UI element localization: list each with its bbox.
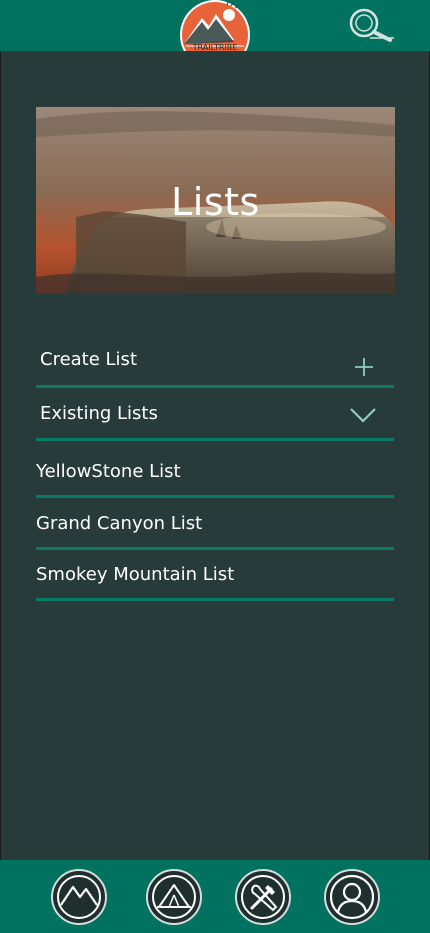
list-item[interactable]: Smokey Mountain List [36, 552, 394, 601]
search-icon [349, 8, 394, 42]
trailtribe-logo[interactable]: TRAILTRIBE [178, 0, 252, 51]
page-title: Lists [171, 179, 260, 224]
list-item[interactable]: YellowStone List [36, 449, 394, 498]
mountains-icon [57, 875, 101, 919]
logo-lettering: TRAILTRIBE [192, 43, 238, 51]
tent-icon [152, 875, 196, 919]
list-item[interactable]: Grand Canyon List [36, 501, 394, 550]
profile-icon [329, 874, 375, 920]
app-header: TRAILTRIBE [0, 0, 430, 51]
existing-lists-label: Existing Lists [40, 403, 158, 424]
nav-profile-button[interactable] [324, 869, 380, 925]
list-item-label: Grand Canyon List [36, 513, 203, 534]
chevron-down-icon[interactable] [350, 407, 376, 423]
list-item-label: YellowStone List [36, 461, 181, 482]
bottom-nav [0, 860, 430, 933]
search-button[interactable] [346, 4, 398, 46]
create-list-row[interactable]: Create List [36, 339, 394, 388]
nav-explore-button[interactable] [51, 869, 107, 925]
tools-icon [241, 875, 285, 919]
existing-lists-row[interactable]: Existing Lists [36, 392, 394, 441]
hero-banner: Lists [36, 107, 395, 294]
list-item-label: Smokey Mountain List [36, 564, 235, 585]
create-list-label: Create List [40, 349, 137, 370]
plus-icon[interactable] [354, 357, 374, 377]
nav-camp-button[interactable] [146, 869, 202, 925]
nav-gear-button[interactable] [235, 869, 291, 925]
